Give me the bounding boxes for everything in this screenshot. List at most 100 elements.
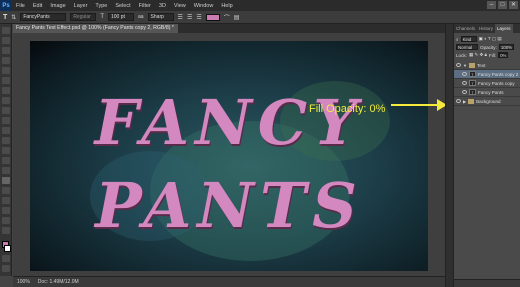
crop-tool-icon[interactable] [1, 67, 10, 74]
anti-alias-icon: aa [137, 14, 144, 20]
clone-stamp-tool-icon[interactable] [1, 107, 10, 114]
opacity-input[interactable]: 100% [498, 44, 515, 50]
align-center-icon[interactable]: ☰ [187, 14, 192, 21]
menu-type[interactable]: Type [95, 3, 107, 9]
close-button[interactable]: ✕ [509, 1, 518, 9]
blend-mode-select[interactable]: Normal [456, 44, 478, 50]
font-family-select[interactable]: FancyPants [20, 13, 67, 21]
document-tab[interactable]: Fancy Pants Text Effect.psd @ 100% (Fanc… [13, 24, 178, 33]
marquee-tool-icon[interactable] [1, 37, 10, 44]
brush-tool-icon[interactable] [1, 97, 10, 104]
menu-3d[interactable]: 3D [159, 3, 166, 9]
filter-icons[interactable]: ▣ ◐ T ▢ ▤ [479, 36, 502, 42]
eye-icon[interactable] [462, 81, 467, 85]
document-canvas[interactable]: FANCY PANTS [30, 41, 428, 271]
canvas-area: FANCY PANTS Fill Opacity: 0% [13, 33, 447, 276]
lock-icons[interactable]: ▦ ✎ ✥ 🔒︎ [469, 52, 487, 58]
layer-row-fancy-pants[interactable]: T Fancy Pants [454, 88, 520, 97]
background-color-swatch[interactable] [4, 245, 11, 252]
tab-layers[interactable]: Layers [495, 24, 513, 33]
eye-icon[interactable] [456, 99, 461, 103]
layer-name: Fancy Pants copy [478, 80, 515, 86]
fancy-text-line: FANCY [94, 86, 364, 159]
document-size: Doc: 1.49M/12.0M [37, 279, 79, 285]
layer-name: Fancy Pants copy 2 [478, 71, 519, 77]
menu-help[interactable]: Help [221, 3, 232, 9]
menu-edit[interactable]: Edit [33, 3, 42, 9]
menu-layer[interactable]: Layer [74, 3, 88, 9]
font-size-select[interactable]: 100 pt [107, 13, 134, 21]
layer-name: Background [476, 98, 501, 104]
gradient-tool-icon[interactable] [1, 137, 10, 144]
type-tool-button-icon[interactable] [1, 177, 10, 184]
more-tools-icon[interactable] [1, 227, 10, 234]
opacity-label: Opacity: [480, 44, 497, 50]
layer-row-background-group[interactable]: ▶ Background [454, 97, 520, 106]
text-layer-thumbnail-icon: T [469, 89, 476, 95]
text-orientation-icon[interactable]: ⇅ [11, 14, 16, 21]
layer-row-fancy-pants-copy[interactable]: T Fancy Pants copy [454, 79, 520, 88]
layer-filter-row: ⌕ Kind ▣ ◐ T ▢ ▤ [454, 35, 520, 43]
layer-row-fancy-pants-copy-2[interactable]: T Fancy Pants copy 2 [454, 70, 520, 79]
font-style-select[interactable]: Regular [70, 13, 97, 21]
font-size-icon: T [100, 14, 104, 20]
chevron-down-icon[interactable]: ▼ [463, 63, 467, 68]
hand-tool-icon[interactable] [1, 207, 10, 214]
text-layer-thumbnail-icon: T [469, 71, 476, 77]
healing-tool-icon[interactable] [1, 87, 10, 94]
quick-mask-icon[interactable] [1, 255, 10, 262]
folder-icon [468, 62, 475, 68]
photoshop-window: Ps File Edit Image Layer Type Select Fil… [0, 0, 520, 287]
fill-label: Fill: [488, 52, 497, 58]
text-color-swatch[interactable] [205, 13, 220, 21]
layer-name: Text [476, 62, 486, 68]
quick-select-tool-icon[interactable] [1, 57, 10, 64]
menu-filter[interactable]: Filter [139, 3, 151, 9]
menu-view[interactable]: View [174, 3, 186, 9]
maximize-button[interactable]: □ [498, 1, 507, 9]
chevron-right-icon[interactable]: ▶ [463, 99, 466, 104]
character-panel-icon[interactable]: ▤ [234, 14, 240, 21]
zoom-tool-icon[interactable] [1, 217, 10, 224]
status-bar: 100% Doc: 1.49M/12.0M [13, 276, 445, 287]
fill-opacity-callout: Fill Opacity: 0% [309, 103, 386, 115]
lock-row: Lock: ▦ ✎ ✥ 🔒︎ Fill: 0% [454, 51, 520, 59]
menu-image[interactable]: Image [50, 3, 65, 9]
warp-text-icon[interactable]: ⌒ [224, 13, 230, 22]
align-left-icon[interactable]: ☰ [178, 14, 183, 21]
history-brush-tool-icon[interactable] [1, 117, 10, 124]
eraser-tool-icon[interactable] [1, 127, 10, 134]
screen-mode-icon[interactable] [1, 265, 10, 272]
panel-icon-column [445, 24, 453, 287]
menu-file[interactable]: File [16, 3, 25, 9]
callout-arrow-icon [391, 99, 447, 111]
align-right-icon[interactable]: ☰ [196, 14, 201, 21]
eye-icon[interactable] [462, 90, 467, 94]
path-select-tool-icon[interactable] [1, 187, 10, 194]
fill-input[interactable]: 0% [498, 52, 509, 58]
layers-panel-footer: ⛓ fx ◙ ◐ ▭ ▤ 🗑︎ [454, 279, 520, 287]
panel-tabs: Channels History Layers [454, 24, 520, 33]
dodge-tool-icon[interactable] [1, 157, 10, 164]
menu-bar: Ps File Edit Image Layer Type Select Fil… [0, 0, 520, 11]
eyedropper-tool-icon[interactable] [1, 77, 10, 84]
anti-alias-select[interactable]: Sharp [147, 13, 174, 21]
tab-history[interactable]: History [477, 24, 495, 33]
menu-select[interactable]: Select [115, 3, 130, 9]
zoom-level[interactable]: 100% [17, 277, 30, 287]
layer-name: Fancy Pants [478, 89, 504, 95]
move-tool-icon[interactable] [1, 27, 10, 34]
folder-icon [468, 98, 475, 104]
lasso-tool-icon[interactable] [1, 47, 10, 54]
tab-channels[interactable]: Channels [454, 24, 477, 33]
text-layer-thumbnail-icon: T [469, 80, 476, 86]
menu-window[interactable]: Window [194, 3, 214, 9]
blur-tool-icon[interactable] [1, 147, 10, 154]
layer-kind-select[interactable]: Kind [460, 36, 477, 42]
layer-row-text-group[interactable]: ▼ Text [454, 61, 520, 70]
eye-icon[interactable] [462, 72, 467, 76]
pen-tool-icon[interactable] [1, 167, 10, 174]
minimize-button[interactable]: – [487, 1, 496, 9]
shape-tool-icon[interactable] [1, 197, 10, 204]
eye-icon[interactable] [456, 63, 461, 67]
